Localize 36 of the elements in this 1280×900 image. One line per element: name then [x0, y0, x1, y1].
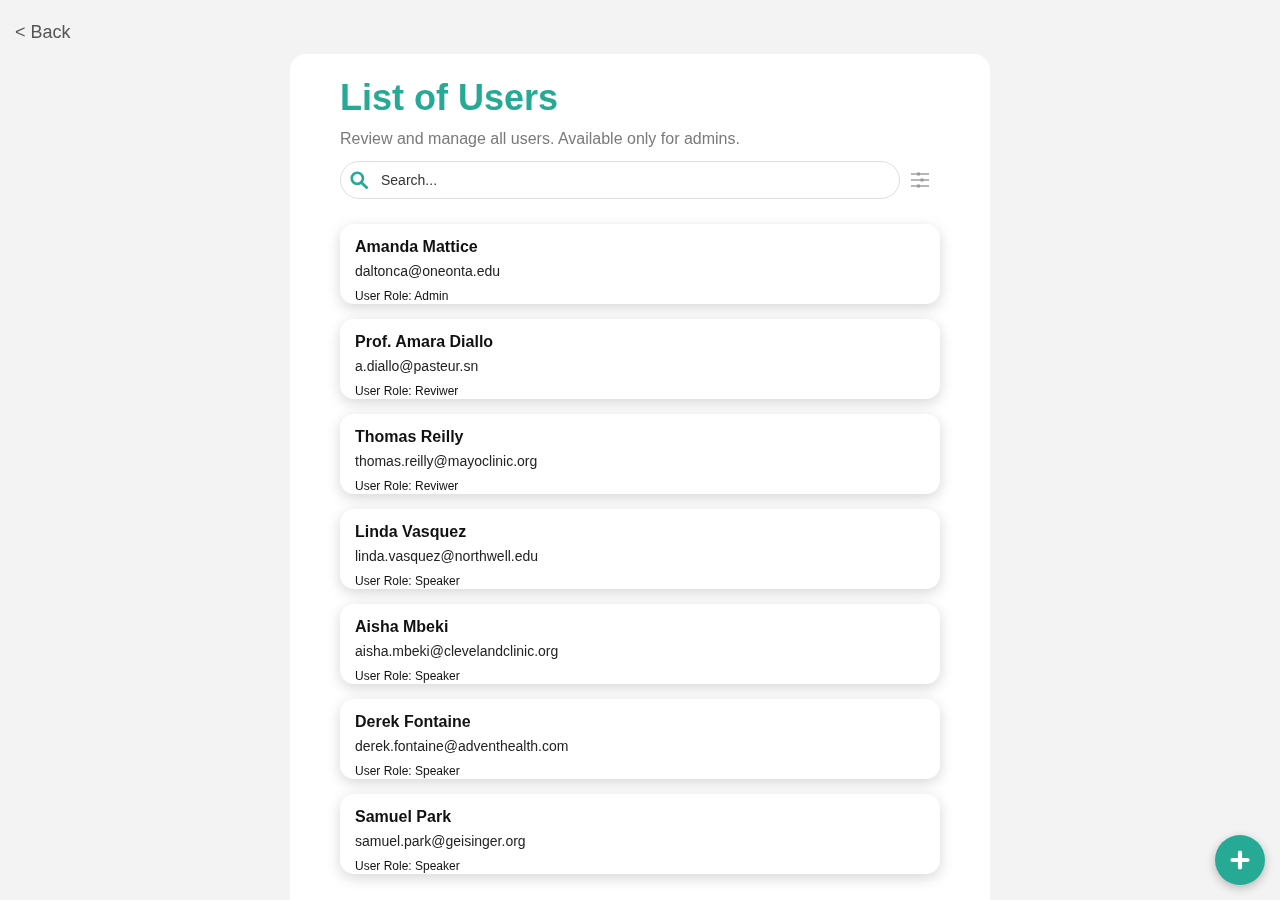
- user-role: User Role: Reviwer: [355, 383, 459, 399]
- page-title: List of Users: [340, 76, 559, 119]
- user-email: derek.fontaine@adventhealth.com: [355, 737, 569, 756]
- user-email: thomas.reilly@mayoclinic.org: [355, 452, 538, 471]
- back-link[interactable]: < Back: [15, 21, 71, 43]
- filter-sliders-icon[interactable]: [911, 172, 929, 188]
- user-name: Aisha Mbeki: [355, 617, 449, 637]
- search-field[interactable]: Search...: [340, 161, 900, 199]
- user-name: Thomas Reilly: [355, 427, 464, 447]
- add-button[interactable]: [1215, 835, 1265, 885]
- user-card[interactable]: Aisha Mbeki aisha.mbeki@clevelandclinic.org User Role: Speaker: [340, 604, 940, 684]
- user-role: User Role: Speaker: [355, 858, 460, 874]
- user-card[interactable]: Amanda Mattice daltonca@oneonta.edu User Role: Admin: [340, 224, 940, 304]
- user-card[interactable]: Thomas Reilly thomas.reilly@mayoclinic.org User Role: Reviwer: [340, 414, 940, 494]
- user-card[interactable]: Prof. Amara Diallo a.diallo@pasteur.sn User Role: Reviwer: [340, 319, 940, 399]
- user-name: Samuel Park: [355, 807, 452, 827]
- user-role: User Role: Reviwer: [355, 478, 459, 494]
- user-email: linda.vasquez@northwell.edu: [355, 547, 539, 566]
- user-email: daltonca@oneonta.edu: [355, 262, 500, 281]
- search-icon: [350, 171, 368, 189]
- user-role: User Role: Admin: [355, 288, 449, 304]
- user-email: samuel.park@geisinger.org: [355, 832, 526, 851]
- user-card[interactable]: Derek Fontaine derek.fontaine@adventhealth.com User Role: Speaker: [340, 699, 940, 779]
- user-role: User Role: Speaker: [355, 573, 460, 589]
- user-role: User Role: Speaker: [355, 668, 460, 684]
- user-card[interactable]: Linda Vasquez linda.vasquez@northwell.edu User Role: Speaker: [340, 509, 940, 589]
- user-email: a.diallo@pasteur.sn: [355, 357, 479, 376]
- user-name: Linda Vasquez: [355, 522, 467, 542]
- page-subtitle: Review and manage all users. Available only for admins.: [340, 129, 740, 149]
- user-name: Prof. Amara Diallo: [355, 332, 494, 352]
- plus-icon: [1230, 850, 1250, 870]
- user-name: Amanda Mattice: [355, 237, 478, 257]
- user-card[interactable]: Samuel Park samuel.park@geisinger.org User Role: Speaker: [340, 794, 940, 874]
- user-name: Derek Fontaine: [355, 712, 471, 732]
- user-role: User Role: Speaker: [355, 763, 460, 779]
- user-email: aisha.mbeki@clevelandclinic.org: [355, 642, 559, 661]
